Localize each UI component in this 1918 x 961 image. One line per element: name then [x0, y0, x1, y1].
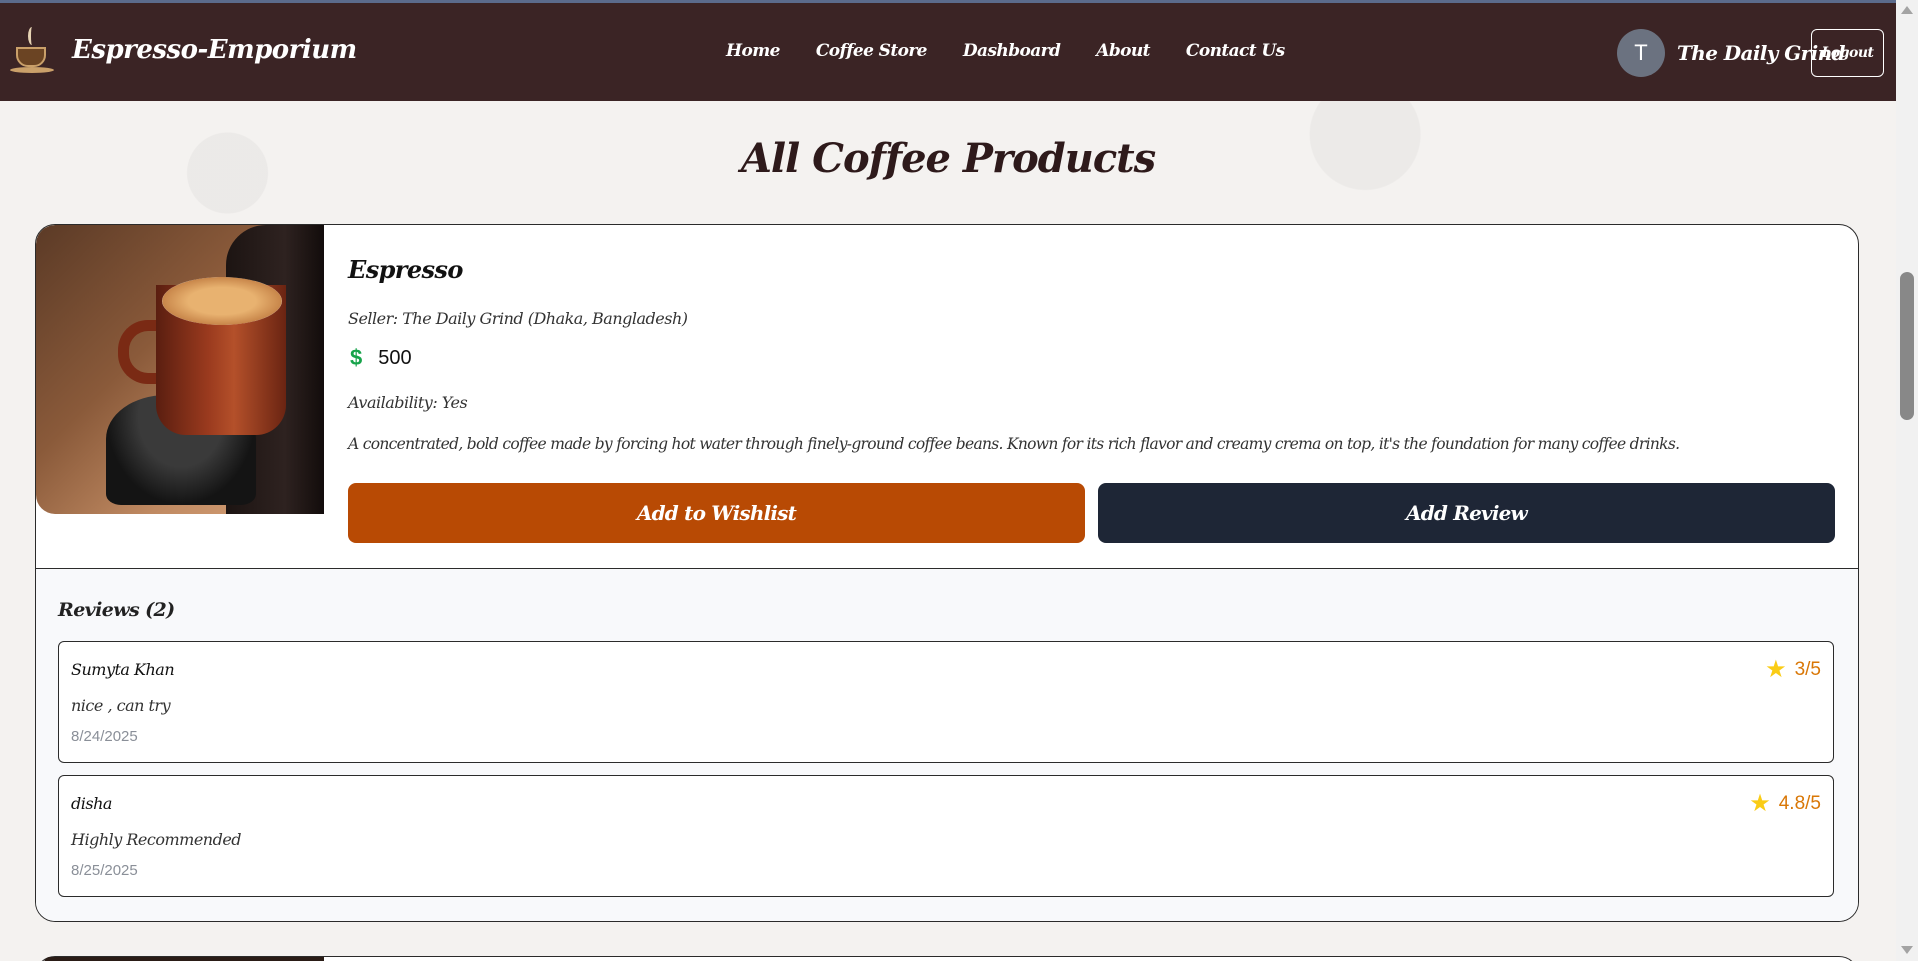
nav-contact-us[interactable]: Contact Us [1186, 41, 1285, 61]
dollar-icon: $ [350, 345, 363, 370]
add-review-button[interactable]: Add Review [1098, 483, 1835, 543]
reviews-section: Reviews (2) Sumyta Khan ★ 3/5 nice , can… [36, 568, 1858, 921]
product-name: Espresso [348, 255, 463, 284]
rating-value: 3/5 [1794, 659, 1821, 680]
star-icon: ★ [1749, 790, 1771, 817]
product-card: Espresso Seller: The Daily Grind (Dhaka,… [35, 224, 1859, 922]
reviewer-name: disha [71, 794, 112, 813]
price-row: $ 500 [350, 345, 412, 371]
scroll-down-arrow-icon[interactable] [1901, 946, 1913, 954]
review-rating: ★ 3/5 [1765, 658, 1821, 682]
review-card: Sumyta Khan ★ 3/5 nice , can try 8/24/20… [58, 641, 1834, 763]
next-product-card [35, 956, 1859, 961]
page-title: All Coffee Products [740, 135, 1156, 182]
scroll-thumb[interactable] [1900, 272, 1914, 420]
product-description: A concentrated, bold coffee made by forc… [348, 435, 1680, 453]
product-price: 500 [378, 346, 412, 369]
scroll-up-arrow-icon[interactable] [1901, 6, 1913, 14]
add-to-wishlist-button[interactable]: Add to Wishlist [348, 483, 1085, 543]
avatar[interactable]: T [1617, 29, 1665, 77]
review-text: nice , can try [71, 696, 171, 715]
review-text: Highly Recommended [71, 830, 242, 849]
review-rating: ★ 4.8/5 [1749, 792, 1821, 816]
product-seller: Seller: The Daily Grind (Dhaka, Banglade… [348, 309, 688, 328]
review-date: 8/25/2025 [71, 862, 138, 879]
nav-dashboard[interactable]: Dashboard [963, 41, 1061, 61]
brand[interactable]: Espresso-Emporium [10, 25, 357, 75]
review-card: disha ★ 4.8/5 Highly Recommended 8/25/20… [58, 775, 1834, 897]
reviews-title: Reviews (2) [58, 599, 175, 621]
product-availability: Availability: Yes [348, 393, 468, 412]
brand-name[interactable]: Espresso-Emporium [72, 35, 357, 65]
nav-home[interactable]: Home [726, 41, 780, 61]
product-image [36, 225, 324, 514]
nav-links: Home Coffee Store Dashboard About Contac… [726, 41, 1321, 61]
logout-button[interactable]: Logout [1811, 29, 1884, 77]
reviewer-name: Sumyta Khan [71, 660, 175, 679]
star-icon: ★ [1765, 656, 1787, 683]
coffee-logo-icon [10, 25, 56, 75]
nav-coffee-store[interactable]: Coffee Store [816, 41, 928, 61]
rating-value: 4.8/5 [1778, 793, 1821, 814]
page: Espresso-Emporium Home Coffee Store Dash… [0, 0, 1896, 961]
review-date: 8/24/2025 [71, 728, 138, 745]
vertical-scrollbar[interactable] [1896, 0, 1918, 961]
navbar: Espresso-Emporium Home Coffee Store Dash… [0, 3, 1896, 101]
nav-about[interactable]: About [1096, 41, 1150, 61]
